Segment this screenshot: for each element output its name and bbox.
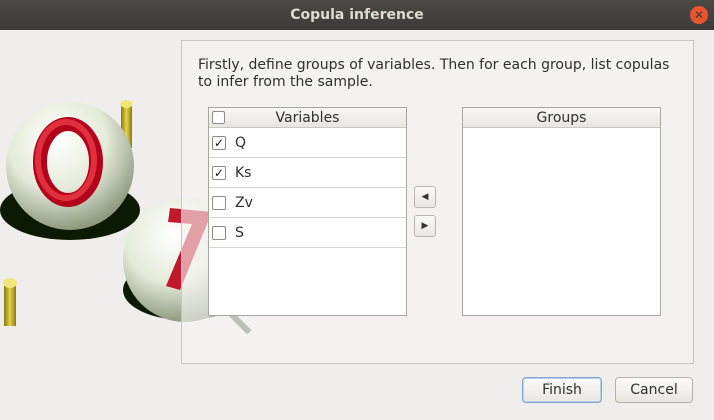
- close-icon[interactable]: ✕: [690, 6, 708, 24]
- arrow-right-icon: ▶: [421, 221, 429, 231]
- variable-label-q: Q: [235, 134, 247, 151]
- content-panel: Firstly, define groups of variables. The…: [181, 40, 694, 364]
- title-bar: Copula inference ✕: [0, 0, 714, 30]
- finish-button[interactable]: Finish: [522, 377, 602, 403]
- variable-row-zv[interactable]: Zv: [209, 188, 406, 218]
- variable-label-s: S: [235, 224, 244, 241]
- window-title: Copula inference: [290, 7, 424, 23]
- variable-row-ks[interactable]: ✓ Ks: [209, 158, 406, 188]
- variable-label-ks: Ks: [235, 164, 252, 181]
- variables-header-label: Variables: [275, 109, 340, 126]
- groups-header: Groups: [463, 108, 660, 128]
- move-right-button[interactable]: ▶: [414, 215, 436, 237]
- variables-header: Variables: [209, 108, 406, 128]
- variable-checkbox-ks[interactable]: ✓: [212, 165, 226, 180]
- variable-label-zv: Zv: [235, 194, 253, 211]
- variables-list[interactable]: Variables ✓ Q ✓ Ks Zv S: [208, 107, 407, 316]
- variable-checkbox-zv[interactable]: [212, 195, 226, 210]
- move-left-button[interactable]: ◀: [414, 186, 436, 208]
- dialog-body: Firstly, define groups of variables. The…: [0, 30, 714, 420]
- variable-checkbox-s[interactable]: [212, 225, 226, 240]
- select-all-checkbox[interactable]: [212, 111, 225, 124]
- cancel-button[interactable]: Cancel: [615, 377, 693, 403]
- variable-row-q[interactable]: ✓ Q: [209, 128, 406, 158]
- arrow-left-icon: ◀: [421, 192, 429, 202]
- groups-list[interactable]: Groups: [462, 107, 661, 316]
- groups-header-label: Groups: [536, 109, 587, 126]
- instructions-text: Firstly, define groups of variables. The…: [198, 57, 670, 90]
- variable-checkbox-q[interactable]: ✓: [212, 135, 226, 150]
- variable-row-s[interactable]: S: [209, 218, 406, 248]
